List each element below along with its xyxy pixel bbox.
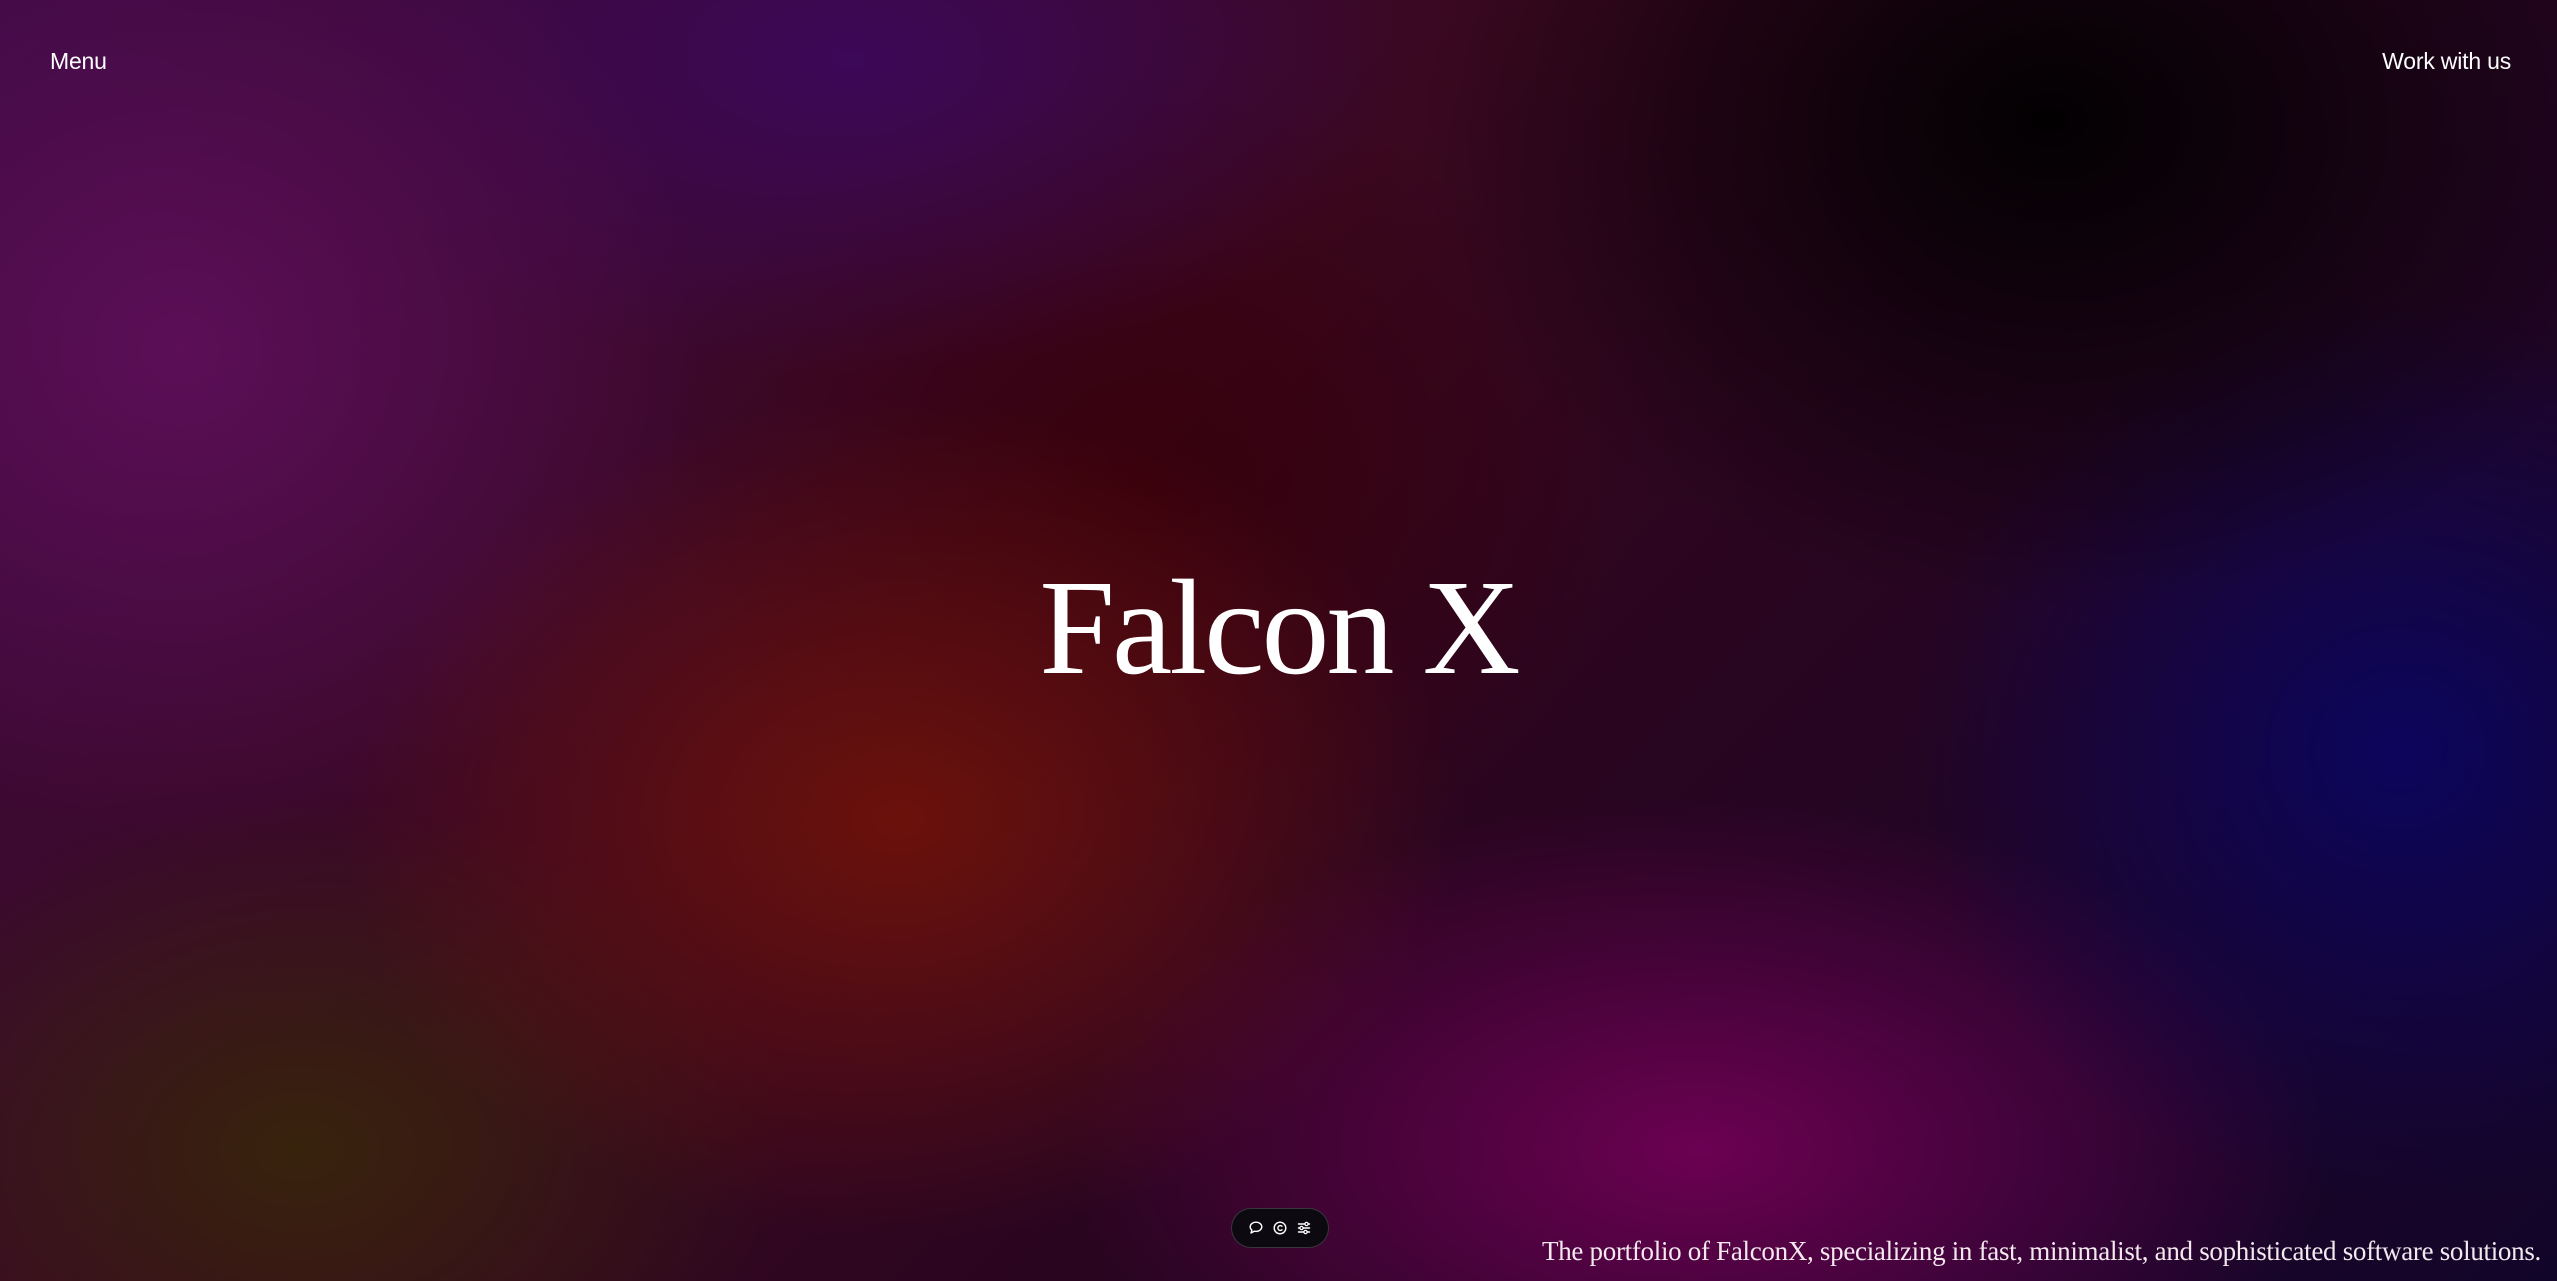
work-with-us-link[interactable]: Work with us [2382,48,2511,75]
floating-toolbar [1231,1208,1329,1248]
hero-title: Falcon X [1039,553,1520,703]
sliders-icon[interactable] [1293,1217,1315,1239]
menu-link[interactable]: Menu [50,48,107,75]
copyright-icon[interactable] [1269,1217,1291,1239]
page: Menu Work with us Falcon X The portfolio… [0,0,2557,1281]
tagline: The portfolio of FalconX, specializing i… [1542,1236,2541,1266]
chat-bubble-icon[interactable] [1245,1217,1267,1239]
